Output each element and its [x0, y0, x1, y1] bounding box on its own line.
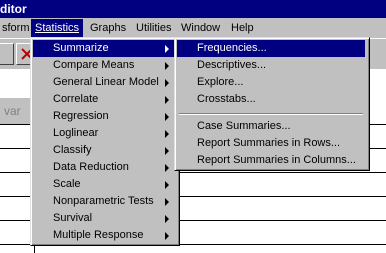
menu-item-correlate[interactable]: Correlate [33, 91, 175, 108]
menu-item-data-reduction[interactable]: Data Reduction [33, 159, 175, 176]
submenu-arrow-icon [165, 79, 169, 87]
summarize-submenu: Frequencies... Descriptives... Explore..… [174, 37, 370, 171]
submenu-arrow-icon [165, 130, 169, 138]
menu-item-multiple-response[interactable]: Multiple Response [33, 227, 175, 244]
menu-item-regression[interactable]: Regression [33, 108, 175, 125]
submenu-arrow-icon [165, 147, 169, 155]
item-label: Classify [53, 144, 92, 156]
item-label: Nonparametric Tests [53, 195, 154, 207]
item-label: Multiple Response [53, 229, 144, 241]
menu-item-summarize[interactable]: Summarize [33, 40, 175, 57]
menu-item-scale[interactable]: Scale [33, 176, 175, 193]
menu-item-general-linear-model[interactable]: General Linear Model [33, 74, 175, 91]
var-label: var [4, 104, 21, 118]
toolbar-button[interactable] [0, 43, 14, 65]
menu-item-compare-means[interactable]: Compare Means [33, 57, 175, 74]
submenu-arrow-icon [165, 96, 169, 104]
submenu-arrow-icon [165, 181, 169, 189]
item-label: Loglinear [53, 127, 99, 139]
item-label: Compare Means [53, 59, 135, 71]
submenu-arrow-icon [165, 198, 169, 206]
submenu-arrow-icon [165, 45, 169, 53]
menu-item-nonparametric-tests[interactable]: Nonparametric Tests [33, 193, 175, 210]
menu-item-explore[interactable]: Explore... [177, 74, 365, 91]
menu-item-crosstabs[interactable]: Crosstabs... [177, 91, 365, 108]
item-label: Regression [53, 110, 109, 122]
menu-statistics-label: Statistics [35, 22, 80, 34]
statistics-menu: Summarize Compare Means General Linear M… [30, 37, 180, 246]
menu-item-descriptives[interactable]: Descriptives... [177, 57, 365, 74]
menu-transform[interactable]: sform [0, 18, 34, 38]
menu-help[interactable]: Help [227, 18, 258, 38]
item-label: Scale [53, 178, 81, 190]
submenu-arrow-icon [165, 232, 169, 240]
menu-item-report-rows[interactable]: Report Summaries in Rows... [177, 135, 365, 152]
submenu-arrow-icon [165, 215, 169, 223]
menu-item-case-summaries[interactable]: Case Summaries... [177, 118, 365, 135]
menu-item-report-columns[interactable]: Report Summaries in Columns... [177, 152, 365, 169]
title-bar: ditor [0, 0, 386, 18]
item-label: Data Reduction [53, 161, 129, 173]
item-label: General Linear Model [53, 76, 159, 88]
menu-bar: sform Statistics Graphs Utilities Window… [0, 18, 386, 38]
menu-item-classify[interactable]: Classify [33, 142, 175, 159]
submenu-arrow-icon [165, 62, 169, 70]
menu-separator [179, 113, 363, 115]
menu-utilities[interactable]: Utilities [132, 18, 175, 38]
menu-item-loglinear[interactable]: Loglinear [33, 125, 175, 142]
submenu-arrow-icon [165, 164, 169, 172]
menu-item-survival[interactable]: Survival [33, 210, 175, 227]
menu-graphs[interactable]: Graphs [86, 18, 130, 38]
submenu-arrow-icon [165, 113, 169, 121]
window-title: ditor [0, 2, 27, 16]
menu-window[interactable]: Window [177, 18, 224, 38]
menu-item-frequencies[interactable]: Frequencies... [177, 40, 365, 57]
menu-statistics[interactable]: Statistics [31, 19, 84, 37]
item-label: Summarize [53, 42, 109, 54]
item-label: Survival [53, 212, 93, 224]
item-label: Correlate [53, 93, 99, 105]
